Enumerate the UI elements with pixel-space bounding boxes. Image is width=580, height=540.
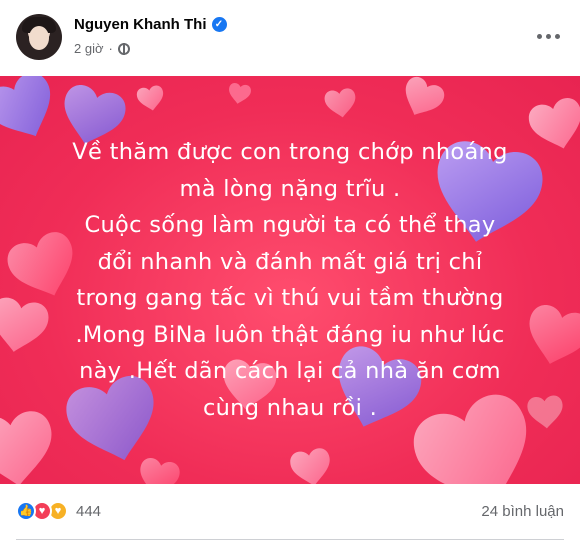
author-name[interactable]: Nguyen Khanh Thi (74, 16, 207, 33)
post-text-line: Cuộc sống làm người ta có thể thay (84, 212, 496, 238)
dot-icon (536, 33, 542, 39)
post-text-line: trong gang tấc vì thú vui tầm thường (76, 285, 504, 311)
post-text: Về thăm được con trong chớp nhoáng mà lò… (20, 134, 560, 426)
avatar[interactable] (16, 14, 62, 60)
post-text-line: này .Hết dãn cách lại cả nhà ăn cơm (79, 358, 501, 384)
more-options-button[interactable] (530, 26, 566, 46)
post-meta: 2 giờ · (74, 41, 130, 56)
post-footer: 👍 ♥ ♥ 444 24 bình luận (0, 484, 580, 540)
verified-badge-icon: ✓ (211, 17, 227, 32)
like-icon: 👍 (16, 501, 36, 521)
comments-count-link[interactable]: 24 bình luận (481, 503, 564, 520)
post-text-line: mà lòng nặng trĩu . (179, 175, 401, 202)
author-row: Nguyen Khanh Thi ✓ (74, 16, 227, 33)
post-text-line: đổi nhanh và đánh mất giá trị chỉ (97, 248, 483, 275)
post-background-card: Về thăm được con trong chớp nhoáng mà lò… (0, 76, 580, 484)
dot-icon (545, 33, 551, 39)
post-text-line: Về thăm được con trong chớp nhoáng (72, 139, 508, 165)
avatar-face (29, 26, 49, 50)
post-time[interactable]: 2 giờ (74, 41, 104, 56)
post-text-line: .Mong BiNa luôn thật đáng iu như lúc (75, 321, 505, 348)
meta-separator: · (108, 41, 113, 56)
post-header: Nguyen Khanh Thi ✓ 2 giờ · (0, 0, 580, 76)
dot-icon (554, 33, 560, 39)
post-text-line: cùng nhau rồi . (202, 394, 378, 421)
facebook-post: Nguyen Khanh Thi ✓ 2 giờ · Về thăm được … (0, 0, 580, 540)
globe-icon[interactable] (117, 42, 130, 55)
reaction-count: 444 (76, 502, 102, 520)
reactions-summary[interactable]: 👍 ♥ ♥ 444 (16, 501, 101, 521)
